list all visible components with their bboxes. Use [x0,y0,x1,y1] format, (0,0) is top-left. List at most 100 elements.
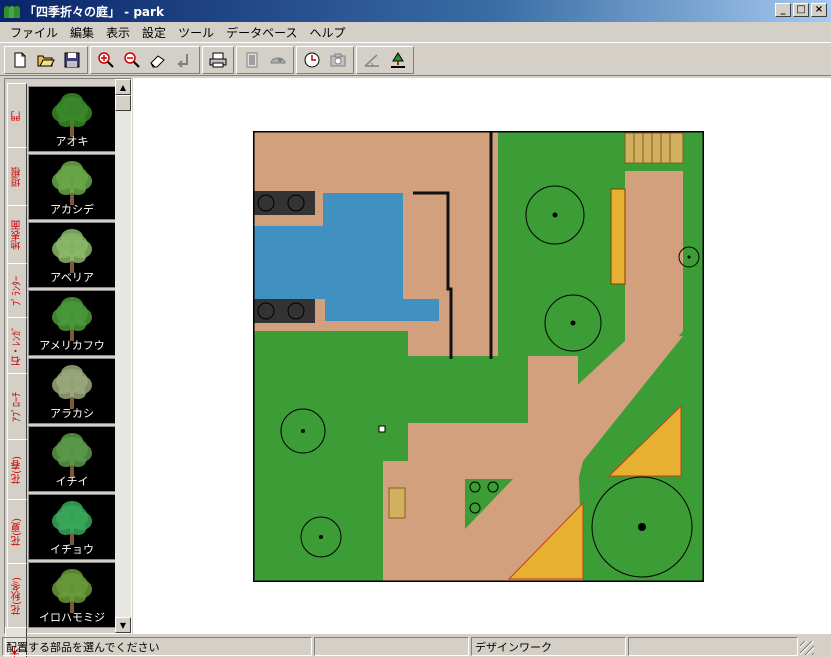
new-file-button[interactable] [8,49,32,71]
minimize-button[interactable]: _ [775,3,791,17]
plant-thumbnail[interactable]: アカシデ [28,154,116,220]
category-tab-label: ﾌﾟﾗﾝﾀｰ [11,276,23,306]
flower-planter [610,188,626,285]
scroll-up-icon[interactable]: ▲ [115,79,131,95]
design-canvas[interactable] [133,78,831,634]
camera-view-icon [270,57,286,64]
zoom-in-button[interactable] [94,49,118,71]
snapshot-button[interactable] [326,49,350,71]
plant-image-icon [52,569,92,613]
status-empty-pane [314,637,469,656]
plant-thumbnail[interactable]: アベリア [28,222,116,288]
title-bar: 「四季折々の庭」 - park _ □ × [0,0,831,22]
category-tab-label: 花(秋冬) [11,577,23,615]
parts-palette: 門垣根 地表面 ﾌﾟﾗﾝﾀｰ 石・ﾚﾝｶﾞ ｱﾌﾟﾛｰﾁ 花(春) 花(夏) 花(秋冬) 樹木 … [4,78,132,657]
plant-name-label: アメリカフウ [39,339,105,352]
menu-file[interactable]: ファイル [4,24,64,41]
menu-edit[interactable]: 編集 [64,24,100,41]
menu-tools[interactable]: ツール [172,24,220,41]
open-folder-icon [37,55,55,67]
menu-settings[interactable]: 設定 [136,24,172,41]
category-tab-label: 地表面 [11,220,23,250]
plant-image-icon [52,501,92,545]
category-tab-label: 花(春) [11,456,23,484]
category-tab[interactable]: 地表面 [7,205,27,265]
category-tab[interactable]: ﾌﾟﾗﾝﾀｰ [7,263,27,319]
stone-bench-upper [253,191,315,215]
zoom-out-button[interactable] [120,49,144,71]
terrain-icon [364,54,379,67]
clock-button[interactable] [300,49,324,71]
category-tab[interactable]: 花(夏) [7,499,27,565]
plant-name-label: イチイ [55,475,89,488]
page-view-button[interactable] [240,49,264,71]
page-icon [246,52,258,68]
status-extra-pane [628,637,798,656]
save-button[interactable] [60,49,84,71]
print-tool-group [202,46,234,74]
plant-image-icon [52,365,92,409]
scroll-thumb[interactable] [115,95,131,111]
menu-help[interactable]: ヘルプ [303,24,351,41]
plant-thumbnail[interactable]: イロハモミジ [28,562,116,628]
plant-thumbnail[interactable]: アオキ [28,86,116,152]
undo-button[interactable] [172,49,196,71]
new-file-icon [14,52,26,68]
snapshot-icon [330,53,346,67]
tree-person-icon [391,52,405,68]
category-tab[interactable]: 花(春) [7,439,27,501]
maximize-button[interactable]: □ [793,3,809,17]
plant-image-icon [52,161,92,205]
category-tabs: 門垣根 地表面 ﾌﾟﾗﾝﾀｰ 石・ﾚﾝｶﾞ ｱﾌﾟﾛｰﾁ 花(春) 花(夏) 花(秋冬) 樹木 [5,79,27,657]
print-button[interactable] [206,49,230,71]
category-tab[interactable]: 門 [7,83,27,149]
open-button[interactable] [34,49,58,71]
undo-icon [177,54,188,68]
terrain-button[interactable] [360,49,384,71]
parts-list: アオキアカシデアベリアアメリカフウ アラカシイチイイチョウイロハモミジ [28,79,116,633]
app-plant-icon [4,4,20,18]
plant-name-label: アラカシ [50,407,94,420]
plant-thumbnail[interactable]: イチョウ [28,494,116,560]
garden-plan[interactable] [253,131,704,582]
plant-image-icon [52,433,92,477]
plant-image-icon [52,93,92,137]
close-button[interactable]: × [811,3,827,17]
save-disk-icon [64,52,80,68]
category-tab[interactable]: 垣根 [7,147,27,207]
plant-thumbnail[interactable]: アラカシ [28,358,116,424]
terrain-tool-group [356,46,414,74]
category-tab[interactable]: ｱﾌﾟﾛｰﾁ [7,373,27,441]
palette-scrollbar[interactable]: ▲ ▼ [115,79,131,633]
plant-image-icon [52,229,92,273]
eraser-icon [150,55,165,68]
plant-thumbnail[interactable]: アメリカフウ [28,290,116,356]
time-tool-group [296,46,354,74]
plant-name-label: アカシデ [50,203,94,216]
status-mode: デザインワーク [471,637,626,656]
menu-bar: ファイル 編集 表示 設定 ツール データベース ヘルプ [0,22,831,42]
category-tab-label: 垣根 [11,167,23,187]
window-title: 「四季折々の庭」 - park [24,4,164,19]
toolbar [0,42,831,76]
zoom-out-icon [124,52,140,68]
category-tab-label: 花(夏) [11,518,23,546]
category-tab-label: ｱﾌﾟﾛｰﾁ [11,392,23,422]
plant-name-label: イチョウ [50,543,94,556]
camera-view-button[interactable] [266,49,290,71]
edit-tool-group [90,46,200,74]
menu-database[interactable]: データベース [220,24,303,41]
scroll-down-icon[interactable]: ▼ [115,617,131,633]
eraser-button[interactable] [146,49,170,71]
plant-thumbnail[interactable]: イチイ [28,426,116,492]
category-tab[interactable]: 石・ﾚﾝｶﾞ [7,317,27,375]
category-tab[interactable]: 花(秋冬) [7,563,27,629]
menu-view[interactable]: 表示 [100,24,136,41]
file-tool-group [4,46,88,74]
plant-name-label: アオキ [55,135,89,148]
view-tool-group [236,46,294,74]
status-bar: 配置する部品を選んでください デザインワーク [0,636,831,657]
category-tab-label: 石・ﾚﾝｶﾞ [11,326,23,366]
resize-grip[interactable] [800,641,814,655]
tree-person-button[interactable] [386,49,410,71]
